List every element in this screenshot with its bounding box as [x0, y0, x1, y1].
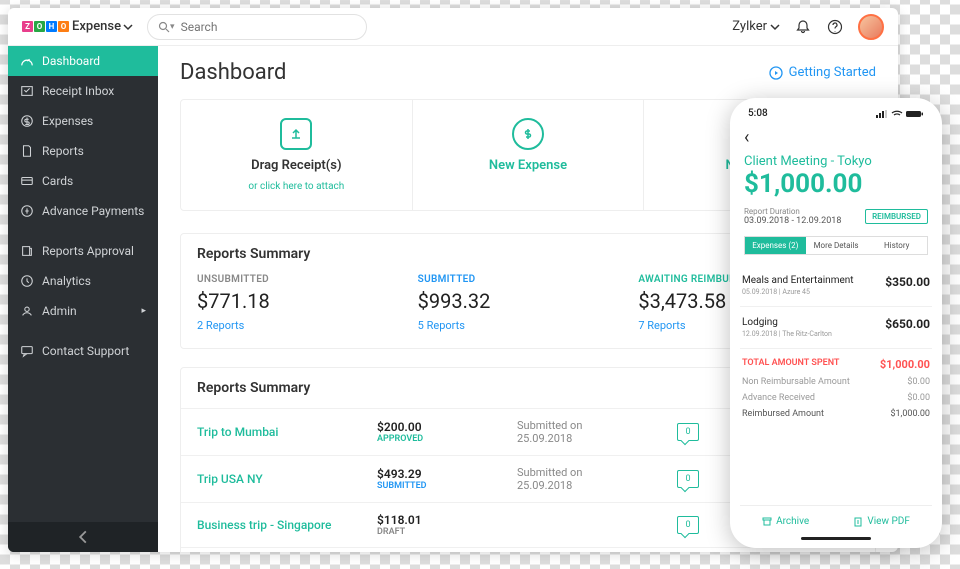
battery-icon [906, 110, 924, 118]
topbar: ZOHO Expense ▾ Zylker [8, 8, 898, 46]
drag-receipts-action[interactable]: Drag Receipt(s) or click here to attach [181, 100, 413, 210]
sidebar-item-advance-payments[interactable]: Advance Payments [8, 196, 158, 226]
sidebar-item-reports[interactable]: Reports [8, 136, 158, 166]
sidebar-collapse[interactable] [8, 522, 158, 552]
brand-logo[interactable]: ZOHO Expense [22, 19, 133, 34]
help-button[interactable] [826, 18, 844, 36]
zoho-logo-icon: ZOHO [22, 21, 70, 32]
phone-mockup: 5:08 ‹ Client Meeting - Tokyo $1,000.00 … [730, 98, 942, 548]
gauge-icon [20, 54, 34, 68]
coins-icon [20, 204, 34, 218]
sidebar-item-dashboard[interactable]: Dashboard [8, 46, 158, 76]
chevron-down-icon [770, 22, 780, 32]
tab-expenses[interactable]: Expenses (2) [745, 237, 806, 254]
comment-badge[interactable]: 0 [677, 423, 699, 441]
bell-icon [795, 19, 811, 35]
chevron-right-icon: ▸ [141, 306, 146, 316]
sidebar-item-cards[interactable]: Cards [8, 166, 158, 196]
comment-badge[interactable]: 0 [677, 470, 699, 488]
page-header: Dashboard Getting Started [180, 60, 876, 85]
search-icon [158, 21, 170, 33]
phone-footer-actions: Archive View PDF [740, 505, 932, 533]
new-expense-action[interactable]: New Expense [413, 100, 645, 210]
archive-button[interactable]: Archive [762, 516, 809, 527]
document-icon [20, 144, 34, 158]
sidebar-item-expenses[interactable]: Expenses [8, 106, 158, 136]
page-title: Dashboard [180, 60, 286, 85]
phone-expense-row[interactable]: Meals and Entertainment05.09.2018 | Azur… [740, 265, 932, 307]
phone-header: ‹ Client Meeting - Tokyo $1,000.00 Repor… [740, 121, 932, 265]
search-field[interactable]: ▾ [147, 14, 367, 40]
dollar-circle-icon [512, 118, 544, 150]
chat-icon [20, 344, 34, 358]
search-input[interactable] [181, 20, 356, 34]
phone-statusbar: 5:08 [740, 106, 932, 121]
play-circle-icon [769, 66, 783, 80]
tab-history[interactable]: History [866, 237, 927, 254]
sidebar-item-admin[interactable]: Admin▸ [8, 296, 158, 326]
summary-submitted: SUBMITTED $993.32 5 Reports [418, 274, 639, 332]
chevron-left-icon [76, 530, 90, 544]
phone-tabs: Expenses (2) More Details History [744, 236, 928, 255]
view-pdf-button[interactable]: View PDF [853, 516, 910, 527]
clock-icon [20, 274, 34, 288]
topbar-right: Zylker [732, 14, 884, 40]
user-icon [20, 304, 34, 318]
inbox-icon [20, 84, 34, 98]
phone-expense-list: Meals and Entertainment05.09.2018 | Azur… [740, 265, 932, 349]
sidebar-item-contact-support[interactable]: Contact Support [8, 336, 158, 366]
summary-unsubmitted: UNSUBMITTED $771.18 2 Reports [197, 274, 418, 332]
sidebar-item-reports-approval[interactable]: Reports Approval [8, 236, 158, 266]
phone-totals: TOTAL AMOUNT SPENT$1,000.00 Non Reimburs… [740, 355, 932, 422]
back-button[interactable]: ‹ [744, 127, 928, 148]
chevron-down-icon [123, 22, 133, 32]
getting-started-link[interactable]: Getting Started [769, 65, 876, 80]
archive-icon [762, 517, 772, 527]
pdf-icon [853, 517, 863, 527]
sidebar-item-analytics[interactable]: Analytics [8, 266, 158, 296]
phone-expense-row[interactable]: Lodging12.09.2018 | The Ritz-Carlton $65… [740, 307, 932, 349]
sidebar-item-receipt-inbox[interactable]: Receipt Inbox [8, 76, 158, 106]
approval-icon [20, 244, 34, 258]
notifications-button[interactable] [794, 18, 812, 36]
brand-suffix: Expense [72, 19, 121, 34]
avatar[interactable] [858, 14, 884, 40]
signal-icons [876, 110, 924, 118]
help-icon [827, 19, 843, 35]
org-switcher[interactable]: Zylker [732, 19, 780, 34]
status-badge: REIMBURSED [865, 209, 928, 224]
dollar-icon [20, 114, 34, 128]
sidebar: Dashboard Receipt Inbox Expenses Reports… [8, 46, 158, 552]
search-scope-chevron-icon[interactable]: ▾ [170, 22, 175, 32]
cellular-icon [876, 110, 888, 118]
home-indicator [801, 537, 871, 540]
tab-more-details[interactable]: More Details [806, 237, 867, 254]
wifi-icon [891, 110, 903, 118]
upload-icon [280, 118, 312, 150]
card-icon [20, 174, 34, 188]
comment-badge[interactable]: 0 [677, 516, 699, 534]
